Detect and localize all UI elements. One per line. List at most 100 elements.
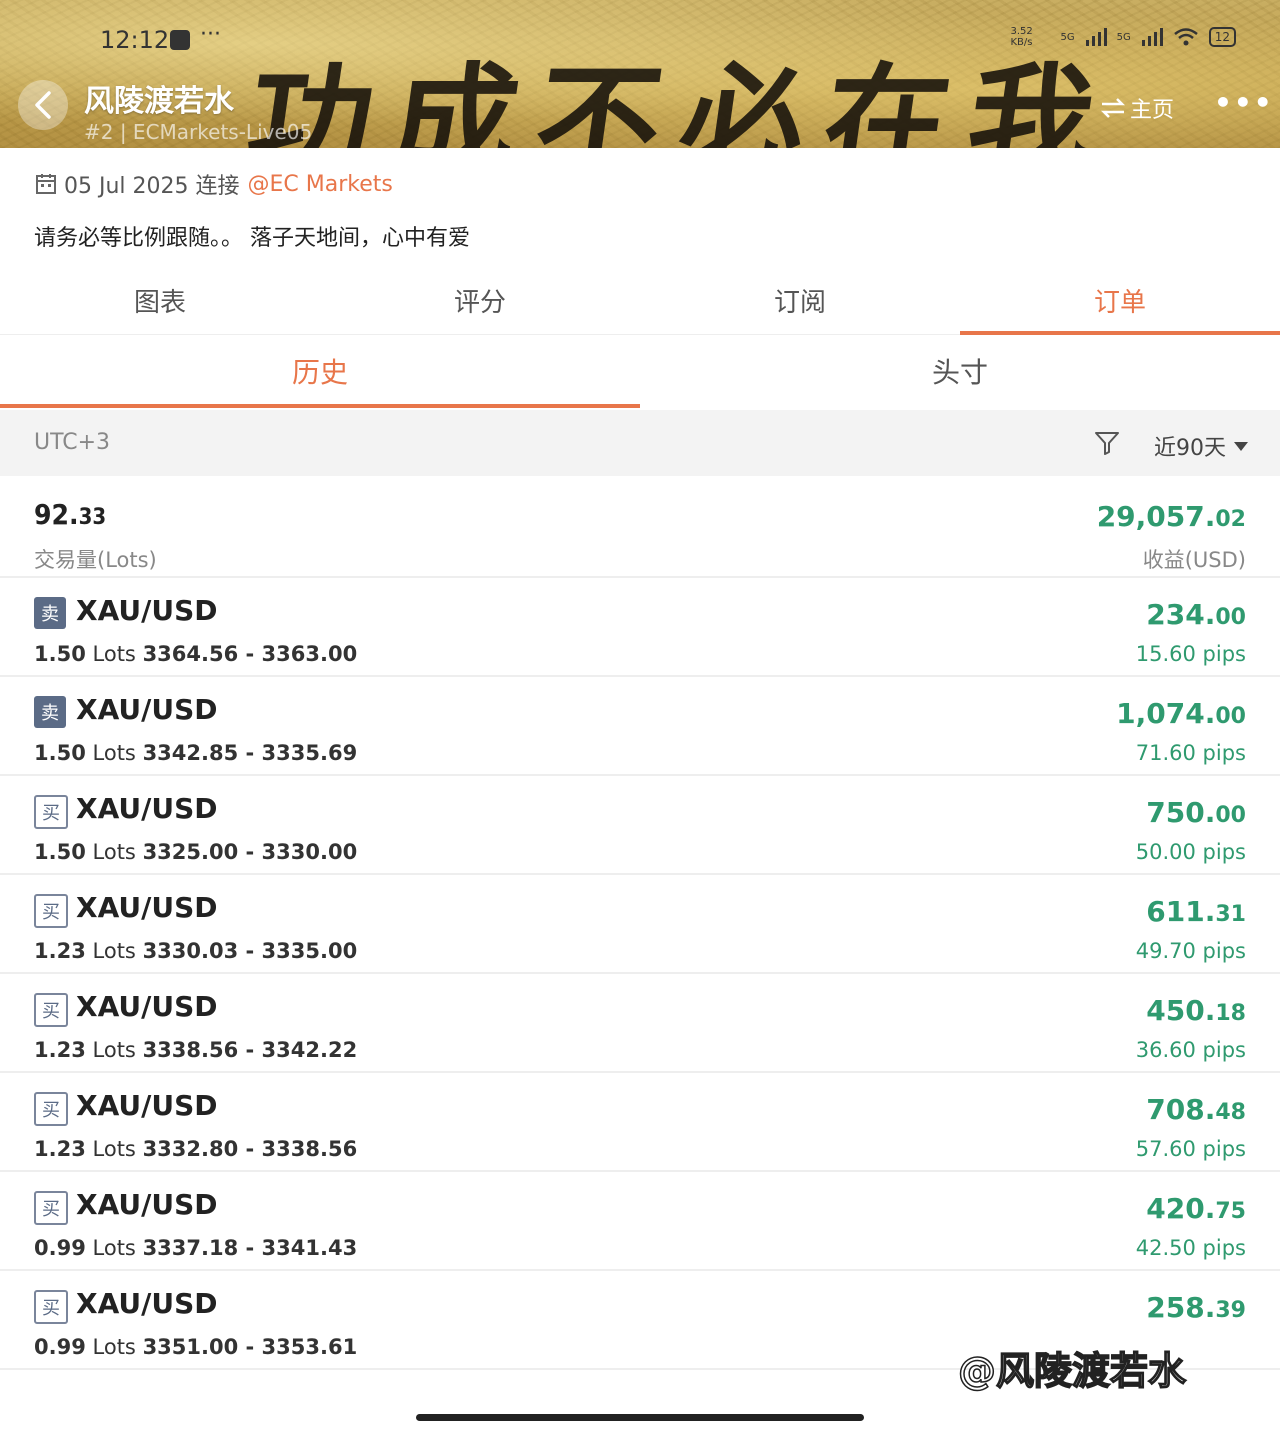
date-range-label: 近90天 [1154,436,1226,461]
side-badge: 买 [34,993,68,1027]
total-profit-dec: 02 [1215,507,1246,532]
order-prices: 3330.03 - 3335.00 [142,939,358,963]
order-prices: 3337.18 - 3341.43 [142,1236,358,1260]
watermark: @风陵渡若水 [957,1348,1187,1394]
side-badge: 买 [34,1092,68,1126]
order-pips: 49.70 pips [1135,939,1246,963]
order-profit-int: 611. [1146,895,1216,928]
order-lots-unit: Lots [92,1236,136,1260]
order-row[interactable]: 买 XAU/USD 1.23 Lots 3330.03 - 3335.00 61… [0,875,1280,974]
status-more-dots: ··· [200,22,221,47]
order-profit-dec: 00 [1215,803,1246,828]
order-prices: 3338.56 - 3342.22 [142,1038,358,1062]
back-button[interactable] [18,80,68,130]
order-profit: 258.39 [1146,1291,1246,1324]
subtab-positions[interactable]: 头寸 [640,336,1280,408]
order-profit-int: 234. [1146,598,1216,631]
notification-icon [170,30,190,50]
switch-icon [1100,98,1126,118]
order-detail: 1.50 Lots 3325.00 - 3330.00 [34,840,357,864]
order-profit-dec: 00 [1215,704,1246,729]
order-profit: 708.48 [1146,1093,1246,1126]
order-prices: 3325.00 - 3330.00 [142,840,358,864]
order-row[interactable]: 买 XAU/USD 0.99 Lots 3337.18 - 3341.43 42… [0,1172,1280,1271]
tab-subscribe[interactable]: 订阅 [640,268,960,334]
wifi-icon [1173,28,1198,46]
order-pips: 50.00 pips [1135,840,1246,864]
order-symbol: XAU/USD [76,594,218,627]
order-lots: 1.50 [34,642,86,666]
tab-rating[interactable]: 评分 [320,268,640,334]
order-lots: 1.23 [34,1137,86,1161]
order-row[interactable]: 卖 XAU/USD 1.50 Lots 3342.85 - 3335.69 1,… [0,677,1280,776]
order-prices: 3342.85 - 3335.69 [142,741,358,765]
side-badge: 买 [34,894,68,928]
order-symbol: XAU/USD [76,693,218,726]
order-profit: 611.31 [1146,895,1246,928]
tab-chart[interactable]: 图表 [0,268,320,334]
order-lots: 1.50 [34,840,86,864]
order-list: 卖 XAU/USD 1.50 Lots 3364.56 - 3363.00 23… [0,578,1280,1370]
order-detail: 0.99 Lots 3337.18 - 3341.43 [34,1236,357,1260]
order-prices: 3332.80 - 3338.56 [142,1137,358,1161]
filter-bar: UTC+3 近90天 [0,410,1280,476]
order-symbol: XAU/USD [76,990,218,1023]
home-indicator[interactable] [416,1414,864,1421]
total-lots-label: 交易量(Lots) [34,548,157,572]
order-detail: 1.23 Lots 3332.80 - 3338.56 [34,1137,357,1161]
order-lots: 0.99 [34,1236,86,1260]
order-lots-unit: Lots [92,741,136,765]
home-button[interactable]: 主页 [1100,92,1174,124]
calendar-icon [36,174,56,194]
order-profit-dec: 39 [1215,1298,1246,1323]
order-pips: 71.60 pips [1135,741,1246,765]
order-pips: 42.50 pips [1135,1236,1246,1260]
banner-calligraphy: 功成不必在我 [238,51,1123,148]
subtab-history[interactable]: 历史 [0,336,640,408]
strategy-description: 请务必等比例跟随。。 落子天地间，心中有爱 [34,226,470,251]
broker-link[interactable]: @EC Markets [248,172,393,197]
order-profit-int: 1,074. [1116,697,1216,730]
filter-icon[interactable] [1094,430,1120,456]
order-symbol: XAU/USD [76,1287,218,1320]
status-time: 12:12 [100,26,170,54]
total-lots-int: 92. [34,498,79,531]
order-profit: 450.18 [1146,994,1246,1027]
order-lots: 0.99 [34,1335,86,1359]
order-row[interactable]: 卖 XAU/USD 1.50 Lots 3364.56 - 3363.00 23… [0,578,1280,677]
order-symbol: XAU/USD [76,1188,218,1221]
history-summary: 92.33 交易量(Lots) 29,057.02 收益(USD) [0,478,1280,578]
connect-date: 05 Jul 2025 连接 [64,174,240,199]
more-button[interactable]: ••• [1214,86,1274,119]
order-lots: 1.23 [34,1038,86,1062]
tab-orders[interactable]: 订单 [960,268,1280,335]
order-lots: 1.50 [34,741,86,765]
order-symbol: XAU/USD [76,1089,218,1122]
order-profit-dec: 31 [1215,902,1246,927]
order-detail: 1.23 Lots 3338.56 - 3342.22 [34,1038,357,1062]
timezone-label: UTC+3 [34,430,111,455]
side-badge: 买 [34,1290,68,1324]
home-label: 主页 [1130,98,1175,123]
status-right-area: 3.52 KB/s 5G 5G 12 [1010,26,1236,48]
order-lots-unit: Lots [92,840,136,864]
order-pips: 36.60 pips [1135,1038,1246,1062]
side-badge: 买 [34,1191,68,1225]
order-row[interactable]: 买 XAU/USD 1.23 Lots 3332.80 - 3338.56 70… [0,1073,1280,1172]
date-range-dropdown[interactable]: 近90天 [1154,430,1248,462]
order-profit-dec: 00 [1215,605,1246,630]
order-row[interactable]: 买 XAU/USD 1.23 Lots 3338.56 - 3342.22 45… [0,974,1280,1073]
signal-2-label: 5G [1116,31,1131,43]
order-lots-unit: Lots [92,1137,136,1161]
battery-icon: 12 [1208,27,1236,47]
order-subtabs: 历史 头寸 [0,336,1280,408]
signal-1-icon [1085,28,1107,46]
side-badge: 卖 [34,696,66,728]
order-profit-dec: 75 [1215,1199,1246,1224]
account-id: #2 | ECMarkets-Live05 [84,120,313,144]
net-speed: 3.52 KB/s [1010,26,1033,48]
total-lots-dec: 33 [78,505,107,530]
order-row[interactable]: 买 XAU/USD 1.50 Lots 3325.00 - 3330.00 75… [0,776,1280,875]
total-profit-int: 29,057. [1096,500,1216,533]
order-prices: 3364.56 - 3363.00 [142,642,358,666]
